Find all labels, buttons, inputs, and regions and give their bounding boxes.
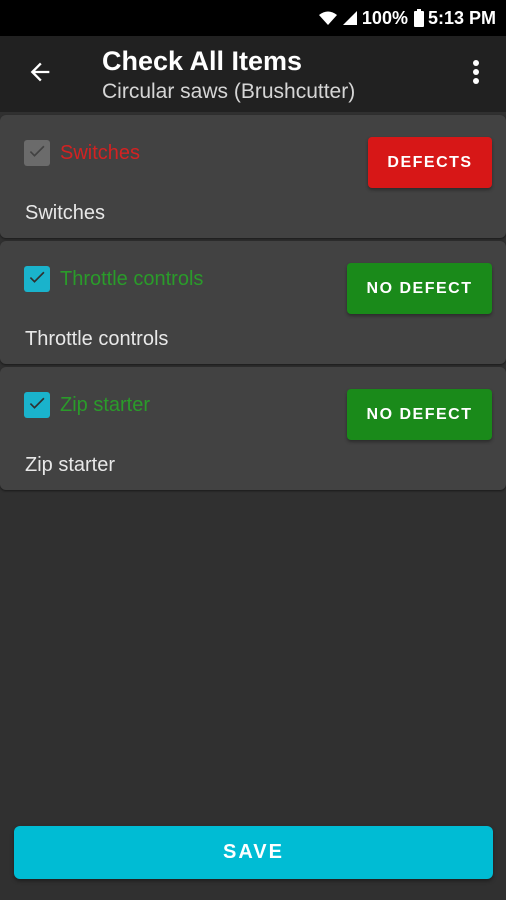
page-subtitle: Circular saws (Brushcutter) — [102, 80, 356, 103]
page-title: Check All Items — [102, 46, 303, 76]
status-bar: 100% 5:13 PM — [0, 0, 506, 36]
check-icon — [27, 393, 47, 418]
item-title: Zip starter — [60, 394, 151, 416]
item-description: Switches — [25, 202, 106, 224]
check-icon — [27, 267, 47, 292]
wifi-icon — [318, 10, 338, 26]
item-description: Throttle controls — [25, 328, 169, 350]
no-defect-button[interactable]: NO DEFECT — [347, 389, 492, 440]
item-checkbox-throttle-controls[interactable] — [24, 266, 50, 292]
arrow-left-icon — [26, 58, 54, 91]
item-checkbox-zip-starter[interactable] — [24, 392, 50, 418]
check-item-list: Switches DEFECTS Switches Throttle contr… — [0, 115, 506, 493]
more-options-button[interactable] — [462, 54, 490, 94]
no-defect-button[interactable]: NO DEFECT — [347, 263, 492, 314]
item-checkbox-switches[interactable] — [24, 140, 50, 166]
item-description: Zip starter — [25, 454, 116, 476]
clock: 5:13 PM — [427, 7, 496, 28]
back-button[interactable] — [18, 54, 62, 94]
item-title: Throttle controls — [60, 268, 204, 290]
save-button[interactable]: SAVE — [14, 826, 493, 879]
battery-icon — [413, 9, 424, 27]
item-title: Switches — [60, 142, 141, 164]
check-item-card: Zip starter NO DEFECT Zip starter — [0, 367, 506, 490]
more-vert-icon — [472, 59, 480, 90]
check-item-card: Throttle controls NO DEFECT Throttle con… — [0, 241, 506, 364]
check-icon — [27, 141, 47, 166]
title-block: Check All Items Circular saws (Brushcutt… — [102, 44, 355, 106]
battery-percent: 100% — [361, 7, 408, 28]
app-bar: Check All Items Circular saws (Brushcutt… — [0, 36, 506, 112]
signal-icon — [342, 10, 358, 26]
check-item-card: Switches DEFECTS Switches — [0, 115, 506, 238]
defects-button[interactable]: DEFECTS — [368, 137, 492, 188]
